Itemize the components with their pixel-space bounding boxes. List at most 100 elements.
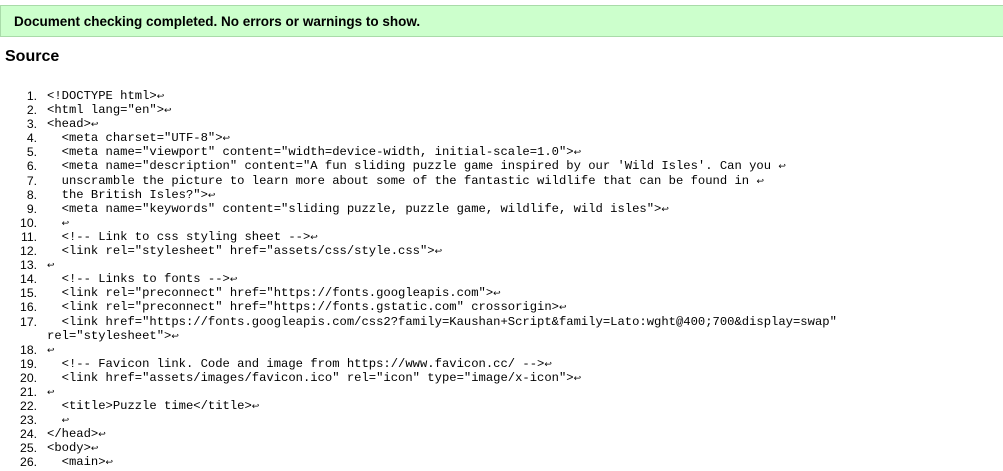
line-code: ↩ [47,343,55,357]
newline-icon: ↩ [90,120,99,131]
line-number: 7. [26,173,37,188]
line-code: <title>Puzzle time</title>↩ [47,399,260,414]
code-text: <link rel="stylesheet" href="assets/css/… [47,244,443,259]
code-text: <title>Puzzle time</title>↩ [47,399,260,414]
code-text: <meta name="viewport" content="width=dev… [47,145,582,160]
code-text: <meta charset="UTF-8">↩ [47,131,231,146]
line-code: <link href="https://fonts.googleapis.com… [47,315,837,343]
source-line: 8. the British Isles?">↩ [0,188,1003,202]
newline-icon: ↩ [47,345,55,356]
source-line: 2. <html lang="en">↩ [0,103,1003,117]
line-code: <!-- Link to css styling sheet -->↩ [47,230,318,244]
code-text: <body>↩ [47,441,99,456]
line-number: 24. [20,427,37,442]
newline-icon: ↩ [98,430,106,441]
newline-icon: ↩ [61,218,70,229]
line-number: 13. [20,258,37,273]
line-code: </head>↩ [47,427,106,441]
line-code: ↩ [47,258,55,272]
newline-icon: ↩ [156,92,165,102]
line-code: <meta name="viewport" content="width=dev… [47,145,582,160]
line-number: 14. [20,272,37,287]
code-text: ↩ [47,385,55,399]
code-text: rel="stylesheet">↩ [47,328,179,343]
source-line: 19. <!-- Favicon link. Code and image fr… [0,357,1003,371]
line-number: 2. [26,103,37,118]
line-code: <meta name="keywords" content="sliding p… [47,202,669,216]
newline-icon: ↩ [661,204,669,215]
source-line: 3. <head>↩ [0,117,1003,131]
line-code: <link rel="stylesheet" href="assets/css/… [47,244,443,259]
newline-icon: ↩ [251,402,260,413]
newline-icon: ↩ [47,387,55,398]
newline-icon: ↩ [573,373,582,384]
source-line: 11. <!-- Link to css styling sheet -->↩ [0,230,1003,244]
newline-icon: ↩ [778,162,786,173]
line-code: <!DOCTYPE html>↩ [47,89,164,103]
source-line: 4. <meta charset="UTF-8">↩ [0,131,1003,145]
line-number: 12. [20,244,37,259]
line-number: 18. [20,342,37,357]
line-number: 11. [20,229,37,244]
line-code: ↩ [47,385,55,399]
line-number: 4. [26,131,37,146]
line-number: 15. [20,286,37,301]
line-code: unscramble the picture to learn more abo… [47,174,764,188]
source-line: 13. ↩ [0,258,1003,272]
source-line: 26. <main>↩ [0,455,1003,469]
line-number: 1. [26,89,37,103]
line-number: 17. [20,314,37,329]
source-line: 14. <!-- Links to fonts -->↩ [0,272,1003,286]
line-number: 26. [20,455,37,470]
source-line: 20. <link href="assets/images/favicon.ic… [0,371,1003,385]
line-number: 22. [20,399,37,414]
source-line: 23. ↩ [0,413,1003,427]
source-line: 18. ↩ [0,343,1003,357]
line-number: 21. [20,384,37,399]
newline-icon: ↩ [493,289,501,300]
line-code: ↩ [47,216,70,230]
line-number: 16. [20,300,37,315]
newline-icon: ↩ [47,261,55,272]
source-line: 24. </head>↩ [0,427,1003,441]
source-line: 1. <!DOCTYPE html>↩ [0,89,1003,103]
code-text: <!-- Favicon link. Code and image from h… [47,356,552,371]
code-text: <link href="assets/images/favicon.ico" r… [47,370,582,385]
line-number: 25. [20,441,37,456]
source-listing: 1. <!DOCTYPE html>↩ 2. <html lang="en">↩ 3. <… [0,89,1003,470]
source-line: 22. <title>Puzzle time</title>↩ [0,399,1003,413]
code-text: <link href="https://fonts.googleapis.com… [47,314,837,329]
newline-icon: ↩ [90,444,99,455]
line-code: <head>↩ [47,117,98,131]
line-code: <main>↩ [47,455,113,469]
line-number: 9. [26,201,37,216]
line-number: 8. [26,187,37,202]
line-number: 6. [26,159,37,174]
newline-icon: ↩ [171,331,179,342]
code-text: <link rel="preconnect" href="https://fon… [47,286,501,301]
source-line: 21. ↩ [0,385,1003,399]
line-code: <link rel="preconnect" href="https://fon… [47,300,567,314]
source-line: 5. <meta name="viewport" content="width=… [0,145,1003,159]
source-line: 17. <link href="https://fonts.googleapis… [0,315,1003,343]
line-code: <!-- Links to fonts -->↩ [47,272,238,286]
code-text: ↩ [47,216,70,230]
source-line: 9. <meta name="keywords" content="slidin… [0,202,1003,216]
line-code: <meta name="description" content="A fun … [47,159,786,173]
code-text: <main>↩ [47,455,114,470]
newline-icon: ↩ [222,134,231,145]
line-code: <html lang="en">↩ [47,103,172,117]
line-number: 19. [20,356,37,371]
newline-icon: ↩ [310,232,318,243]
line-code: <link href="assets/images/favicon.ico" r… [47,370,582,385]
source-line: 15. <link rel="preconnect" href="https:/… [0,286,1003,300]
line-code: <link rel="preconnect" href="https://fon… [47,286,501,300]
line-code: <body>↩ [47,441,98,455]
source-line: 25. <body>↩ [0,441,1003,455]
code-text: <html lang="en">↩ [47,103,172,118]
line-number: 23. [20,413,37,428]
newline-icon: ↩ [434,247,443,258]
newline-icon: ↩ [61,416,70,427]
source-line: 10. ↩ [0,216,1003,230]
line-code: <meta charset="UTF-8">↩ [47,131,230,145]
